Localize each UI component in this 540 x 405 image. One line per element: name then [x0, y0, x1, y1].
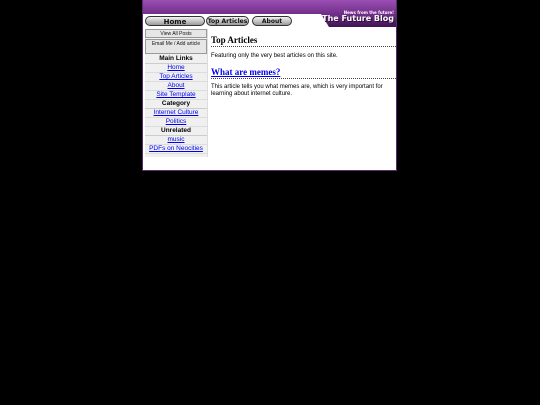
main-links-heading: Main Links	[145, 55, 207, 64]
sidebar-link-politics[interactable]: Politics	[145, 118, 207, 127]
nav-about-button[interactable]: About	[252, 16, 292, 26]
sidebar-link-pdfs-on-neocities[interactable]: PDFs on Neocities	[145, 145, 207, 154]
sidebar-link-about[interactable]: About	[145, 82, 207, 91]
nav-top-articles-button[interactable]: Top Articles	[206, 16, 249, 26]
intro-text: Featuring only the very best articles on…	[211, 53, 338, 59]
sidebar-link-music[interactable]: music	[145, 136, 207, 145]
unrelated-heading: Unrelated	[145, 127, 207, 136]
blog-title[interactable]: The Future Blog	[322, 14, 394, 23]
view-all-posts-button[interactable]: View All Posts	[145, 29, 207, 38]
main-content: Top Articles Featuring only the very bes…	[211, 35, 396, 98]
page-title: Top Articles	[211, 35, 396, 47]
article-title-link[interactable]: What are memes?	[211, 67, 396, 79]
sidebar-link-internet-culture[interactable]: Internet Culture	[145, 109, 207, 118]
sidebar: View All Posts Email Me / Add article Ma…	[145, 29, 208, 157]
email-add-article-button[interactable]: Email Me / Add article	[145, 39, 207, 54]
article-summary: This article tells you what memes are, w…	[211, 84, 383, 97]
sidebar-link-home[interactable]: Home	[145, 64, 207, 73]
category-heading: Category	[145, 100, 207, 109]
sidebar-link-top-articles[interactable]: Top Articles	[145, 73, 207, 82]
header-banner: Home Top Articles About News from the fu…	[143, 0, 396, 27]
sidebar-link-site-template[interactable]: Site Template	[145, 91, 207, 100]
nav-home-button[interactable]: Home	[145, 16, 205, 26]
page-container: Home Top Articles About News from the fu…	[142, 0, 397, 171]
